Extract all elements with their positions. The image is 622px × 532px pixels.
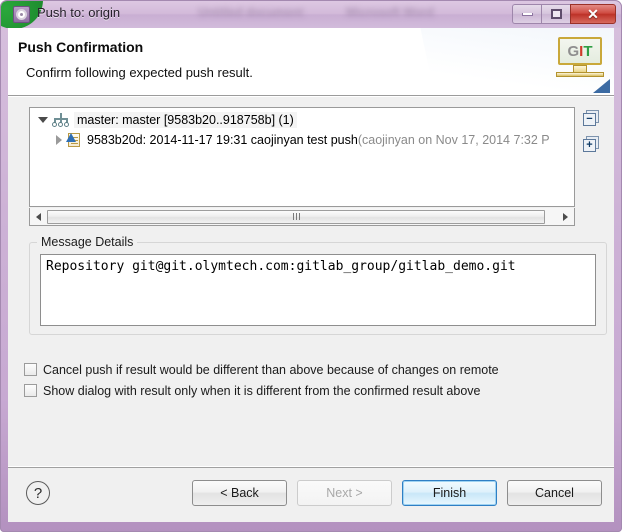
options-list: Cancel push if result would be different… <box>24 359 499 401</box>
push-gear-icon <box>13 6 30 23</box>
tree-row-label: master: master [9583b20..918758b] (1) <box>74 112 297 128</box>
expand-all-button[interactable]: + <box>583 136 600 153</box>
background-ghost-text-1: Untitled document <box>198 5 304 19</box>
close-icon: ✕ <box>587 6 599 22</box>
help-button[interactable]: ? <box>26 481 50 505</box>
message-details-text: Repository git@git.olymtech.com:gitlab_g… <box>46 259 516 274</box>
dialog-body: master: master [9583b20..918758b] (1) 95… <box>8 96 614 466</box>
corner-triangle-decoration <box>593 79 610 93</box>
push-confirmation-dialog: Untitled document Microsoft Word Push to… <box>0 0 622 532</box>
minimize-icon <box>521 12 533 16</box>
tree-row[interactable]: master: master [9583b20..918758b] (1) <box>30 110 574 130</box>
branch-icon <box>52 113 69 127</box>
collapse-all-button[interactable]: − <box>583 110 600 127</box>
dialog-header: Push Confirmation Confirm following expe… <box>8 28 614 96</box>
chevron-down-icon[interactable] <box>38 117 48 123</box>
option-cancel-push-checkbox[interactable] <box>24 363 37 376</box>
git-logo-base <box>556 72 604 77</box>
footer-separator <box>8 467 614 468</box>
git-logo-letter-t: T <box>583 42 593 60</box>
option-cancel-push-row[interactable]: Cancel push if result would be different… <box>24 359 499 380</box>
tree-row-label-detail: (caojinyan on Nov 17, 2014 7:32 P <box>357 133 550 147</box>
option-show-dialog-checkbox[interactable] <box>24 384 37 397</box>
tree-row[interactable]: 9583b20d: 2014-11-17 19:31 caojinyan tes… <box>30 130 574 150</box>
minimize-button[interactable] <box>512 4 541 24</box>
commit-icon <box>66 132 82 148</box>
back-button[interactable]: < Back <box>192 480 287 506</box>
expand-all-icon: + <box>583 139 596 152</box>
git-logo-plate: GIT <box>558 37 602 65</box>
page-title: Push Confirmation <box>18 39 144 55</box>
tree-row-label: 9583b20d: 2014-11-17 19:31 caojinyan tes… <box>87 133 358 147</box>
scrollbar-track[interactable] <box>47 209 557 225</box>
message-details-legend: Message Details <box>37 235 138 249</box>
page-subtitle: Confirm following expected push result. <box>26 65 253 80</box>
option-show-dialog-label: Show dialog with result only when it is … <box>43 383 481 398</box>
option-cancel-push-label: Cancel push if result would be different… <box>43 362 499 377</box>
cancel-button[interactable]: Cancel <box>507 480 602 506</box>
close-button[interactable]: ✕ <box>570 4 616 24</box>
option-show-dialog-row[interactable]: Show dialog with result only when it is … <box>24 380 499 401</box>
gear-glyph <box>16 9 27 20</box>
window-controls: ✕ <box>512 4 616 24</box>
message-details-textarea[interactable]: Repository git@git.olymtech.com:gitlab_g… <box>40 254 596 326</box>
git-logo-icon: GIT <box>556 37 604 81</box>
push-result-tree[interactable]: master: master [9583b20..918758b] (1) 95… <box>29 107 575 207</box>
tree-horizontal-scrollbar[interactable] <box>29 208 575 226</box>
footer-buttons: < Back Next > Finish Cancel <box>192 480 602 506</box>
scroll-right-button[interactable] <box>557 209 574 225</box>
maximize-button[interactable] <box>541 4 570 24</box>
dialog-footer: ? < Back Next > Finish Cancel <box>8 466 614 522</box>
collapse-all-icon: − <box>583 113 596 126</box>
grip-icon <box>292 213 300 220</box>
next-button: Next > <box>297 480 392 506</box>
chevron-right-icon[interactable] <box>56 135 62 145</box>
finish-button[interactable]: Finish <box>402 480 497 506</box>
tree-toolbar: − + <box>583 110 605 162</box>
background-ghost-text-2: Microsoft Word <box>346 5 434 19</box>
scrollbar-thumb[interactable] <box>47 209 545 224</box>
message-details-group: Message Details Repository git@git.olymt… <box>29 235 607 335</box>
maximize-icon <box>550 9 562 19</box>
scroll-left-button[interactable] <box>30 209 47 225</box>
git-logo-letter-g: G <box>567 42 580 60</box>
window-title: Push to: origin <box>37 5 121 20</box>
title-bar: Untitled document Microsoft Word Push to… <box>1 1 621 28</box>
